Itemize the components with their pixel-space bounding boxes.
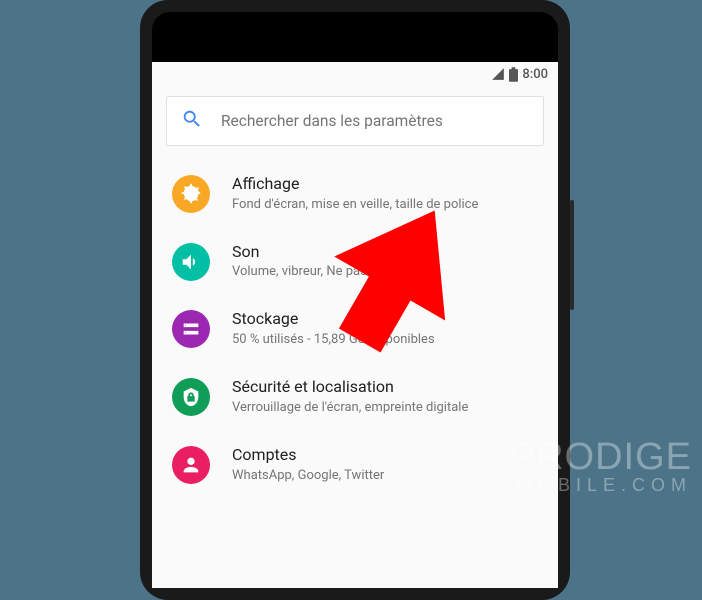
row-text: SonVolume, vibreur, Ne pas déranger — [232, 242, 542, 282]
row-title: Affichage — [232, 174, 542, 195]
settings-row-storage[interactable]: Stockage 50 % utilisés - 15,89 Go disponi… — [152, 295, 558, 363]
battery-icon — [509, 67, 518, 82]
row-subtitle: Fond d'écran, mise en veille, taille de … — [232, 197, 542, 214]
search-input[interactable] — [221, 112, 529, 130]
settings-list: Affichage Fond d'écran, mise en veille, t… — [152, 156, 558, 502]
row-text: Stockage 50 % utilisés - 15,89 Go disponi… — [232, 309, 542, 349]
row-subtitle: Verrouillage de l'écran, empreinte digit… — [232, 400, 542, 417]
settings-row-display[interactable]: Affichage Fond d'écran, mise en veille, t… — [152, 160, 558, 228]
phone-side-button — [570, 200, 574, 310]
row-subtitle: Volume, vibreur, Ne pas déranger — [232, 264, 542, 281]
row-title: Comptes — [232, 445, 542, 466]
watermark: PRODIGE MOBILE.COM — [510, 438, 692, 494]
row-text: Comptes WhatsApp, Google, Twitter — [232, 445, 542, 485]
storage-icon — [172, 310, 210, 348]
search-icon — [181, 108, 203, 134]
row-title: Son — [232, 242, 542, 263]
phone-frame: 8:00 Affichage Fond d'écran, mise en veil… — [140, 0, 570, 600]
row-text: Affichage Fond d'écran, mise en veille, t… — [232, 174, 542, 214]
row-subtitle: 50 % utilisés - 15,89 Go disponibles — [232, 332, 542, 349]
sound-icon — [172, 243, 210, 281]
watermark-line1: PRODIGE — [510, 438, 692, 476]
accounts-icon — [172, 446, 210, 484]
status-time: 8:00 — [522, 67, 548, 82]
settings-row-accounts[interactable]: Comptes WhatsApp, Google, Twitter — [152, 431, 558, 499]
display-icon — [172, 175, 210, 213]
settings-row-sound[interactable]: SonVolume, vibreur, Ne pas déranger — [152, 228, 558, 296]
watermark-line2: MOBILE.COM — [510, 476, 692, 494]
signal-icon — [491, 67, 505, 81]
security-icon — [172, 378, 210, 416]
status-bar: 8:00 — [152, 62, 558, 86]
row-subtitle: WhatsApp, Google, Twitter — [232, 468, 542, 485]
search-bar[interactable] — [166, 96, 544, 146]
row-title: Sécurité et localisation — [232, 377, 542, 398]
row-title: Stockage — [232, 309, 542, 330]
settings-row-security[interactable]: Sécurité et localisation Verrouillage de … — [152, 363, 558, 431]
row-text: Sécurité et localisation Verrouillage de … — [232, 377, 542, 417]
phone-screen: 8:00 Affichage Fond d'écran, mise en veil… — [152, 62, 558, 588]
